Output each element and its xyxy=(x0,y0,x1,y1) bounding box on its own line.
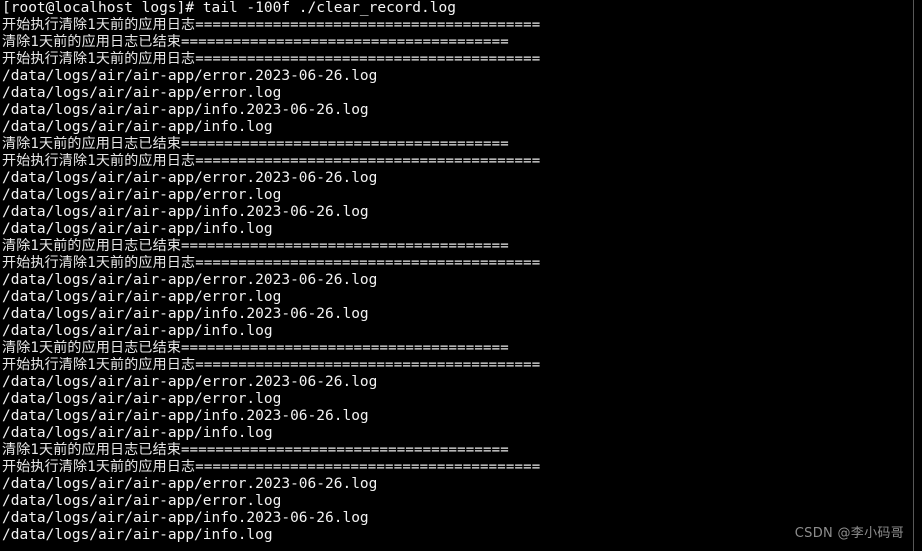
terminal-line: /data/logs/air/air-app/info.2023-06-26.l… xyxy=(2,306,369,322)
terminal-line: 开始执行清除1天前的应用日志==========================… xyxy=(2,153,541,169)
terminal-window[interactable]: [root@localhost logs]# tail -100f ./clea… xyxy=(0,0,922,551)
terminal-line: /data/logs/air/air-app/info.2023-06-26.l… xyxy=(2,510,369,526)
terminal-line: /data/logs/air/air-app/info.2023-06-26.l… xyxy=(2,408,369,424)
terminal-line: /data/logs/air/air-app/error.log xyxy=(2,187,282,203)
terminal-line: 清除1天前的应用日志已结束===========================… xyxy=(2,238,509,254)
terminal-line: /data/logs/air/air-app/error.log xyxy=(2,493,282,509)
terminal-line: /data/logs/air/air-app/error.2023-06-26.… xyxy=(2,68,378,84)
terminal-line: 开始执行清除1天前的应用日志==========================… xyxy=(2,357,541,373)
terminal-line: /data/logs/air/air-app/info.log xyxy=(2,527,273,543)
terminal-line: /data/logs/air/air-app/error.log xyxy=(2,85,282,101)
terminal-line: 清除1天前的应用日志已结束===========================… xyxy=(2,442,509,458)
terminal-line: 清除1天前的应用日志已结束===========================… xyxy=(2,136,509,152)
terminal-line: 清除1天前的应用日志已结束===========================… xyxy=(2,340,509,356)
terminal-line: /data/logs/air/air-app/error.2023-06-26.… xyxy=(2,476,378,492)
terminal-line: /data/logs/air/air-app/error.log xyxy=(2,391,282,407)
terminal-line: 开始执行清除1天前的应用日志==========================… xyxy=(2,17,541,33)
right-edge-rule xyxy=(913,0,914,551)
terminal-line: /data/logs/air/air-app/info.log xyxy=(2,323,273,339)
csdn-watermark: CSDN @李小码哥 xyxy=(794,526,904,541)
terminal-line: /data/logs/air/air-app/error.2023-06-26.… xyxy=(2,272,378,288)
terminal-line: 开始执行清除1天前的应用日志==========================… xyxy=(2,459,541,475)
terminal-line: 开始执行清除1天前的应用日志==========================… xyxy=(2,51,541,67)
terminal-line: 清除1天前的应用日志已结束===========================… xyxy=(2,34,509,50)
terminal-line: /data/logs/air/air-app/error.2023-06-26.… xyxy=(2,374,378,390)
terminal-line: /data/logs/air/air-app/info.log xyxy=(2,221,273,237)
terminal-line: /data/logs/air/air-app/info.2023-06-26.l… xyxy=(2,204,369,220)
terminal-output-area[interactable]: [root@localhost logs]# tail -100f ./clea… xyxy=(2,0,918,544)
terminal-line: /data/logs/air/air-app/error.2023-06-26.… xyxy=(2,170,378,186)
terminal-line: /data/logs/air/air-app/info.2023-06-26.l… xyxy=(2,102,369,118)
terminal-line: /data/logs/air/air-app/info.log xyxy=(2,119,273,135)
terminal-line: /data/logs/air/air-app/info.log xyxy=(2,425,273,441)
terminal-line: /data/logs/air/air-app/error.log xyxy=(2,289,282,305)
terminal-line: 开始执行清除1天前的应用日志==========================… xyxy=(2,255,541,271)
terminal-line: [root@localhost logs]# tail -100f ./clea… xyxy=(2,0,456,16)
